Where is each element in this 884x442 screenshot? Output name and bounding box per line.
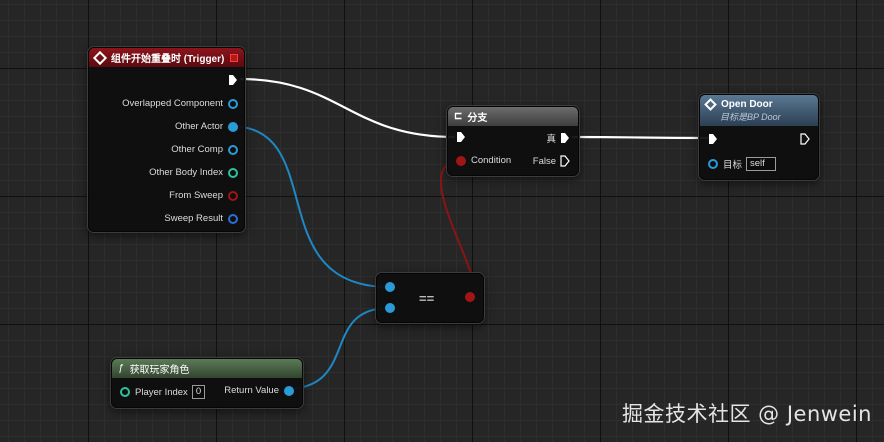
branch-node-title: 分支 <box>467 113 488 124</box>
equal-symbol: == <box>419 291 435 306</box>
pin-label: Other Actor <box>174 121 223 132</box>
from-sweep-pin[interactable] <box>228 190 238 201</box>
open-door-node-header: Open Door 目标是BP Door <box>700 95 818 126</box>
other-body-index-pin[interactable] <box>228 167 238 178</box>
function-icon: ƒ <box>118 363 124 374</box>
get-player-node-header: ƒ 获取玩家角色 <box>112 359 302 378</box>
pin-label: Sweep Result <box>164 213 223 224</box>
exec-wire-overlap-to-branch[interactable] <box>239 77 456 139</box>
pin-label: From Sweep <box>169 190 223 201</box>
overlapped-component-pin[interactable] <box>228 98 238 109</box>
get-player-title: 获取玩家角色 <box>129 365 190 376</box>
exec-in-pin[interactable] <box>708 133 718 145</box>
pin-label: Other Comp <box>171 144 223 155</box>
event-diamond-icon <box>92 50 108 65</box>
target-label: 目标 <box>723 160 743 171</box>
true-label: 真 <box>546 134 556 145</box>
delegate-square-icon <box>230 53 238 62</box>
pin-label: Other Body Index <box>149 167 223 178</box>
component-begin-overlap-node[interactable]: 组件开始重叠时 (Trigger) Overlapped Component O… <box>88 47 245 232</box>
equal-node[interactable]: == <box>376 273 484 323</box>
other-comp-pin[interactable] <box>228 144 238 155</box>
get-player-character-node[interactable]: ƒ 获取玩家角色 Player Index 0 Return Value <box>111 358 303 408</box>
exec-out-pin[interactable] <box>800 133 810 145</box>
equal-output-pin[interactable] <box>465 292 475 302</box>
exec-false-pin[interactable] <box>560 155 570 167</box>
other-actor-pin[interactable] <box>228 121 238 132</box>
open-door-node[interactable]: Open Door 目标是BP Door 目标 self <box>699 94 819 180</box>
open-door-title: Open Door <box>721 98 773 110</box>
target-pin[interactable] <box>708 159 718 169</box>
overlap-node-header: 组件开始重叠时 (Trigger) <box>89 48 244 67</box>
exec-in-pin[interactable] <box>456 131 466 143</box>
false-label: False <box>532 155 556 167</box>
branch-node-header: ⊏ 分支 <box>448 107 578 126</box>
player-index-pin[interactable] <box>120 387 130 397</box>
pin-label: Overlapped Component <box>122 98 223 109</box>
condition-label: Condition <box>471 155 512 166</box>
watermark: 掘金技术社区 @ Jenwein <box>621 402 872 426</box>
overlap-node-title: 组件开始重叠时 (Trigger) <box>111 54 225 65</box>
equal-input-a-pin[interactable] <box>385 282 395 292</box>
exec-wire-branch-to-opendoor[interactable] <box>571 135 711 140</box>
return-value-pin[interactable] <box>284 385 294 396</box>
open-door-subtitle: 目标是BP Door <box>720 111 781 122</box>
condition-pin[interactable] <box>456 155 466 166</box>
branch-icon: ⊏ <box>454 111 463 122</box>
player-index-label: Player Index <box>135 386 188 398</box>
exec-out-pin[interactable] <box>228 74 238 86</box>
return-value-label: Return Value <box>224 385 279 396</box>
equal-input-b-pin[interactable] <box>385 303 395 313</box>
sweep-result-pin[interactable] <box>228 213 238 224</box>
target-value-field[interactable]: self <box>746 157 777 171</box>
player-index-field[interactable]: 0 <box>191 385 206 399</box>
object-wire-otheractor-to-equal[interactable] <box>229 125 390 288</box>
exec-true-pin[interactable] <box>560 132 570 144</box>
function-diamond-icon <box>704 97 717 111</box>
branch-node[interactable]: ⊏ 分支 真 Condition False <box>447 106 579 176</box>
